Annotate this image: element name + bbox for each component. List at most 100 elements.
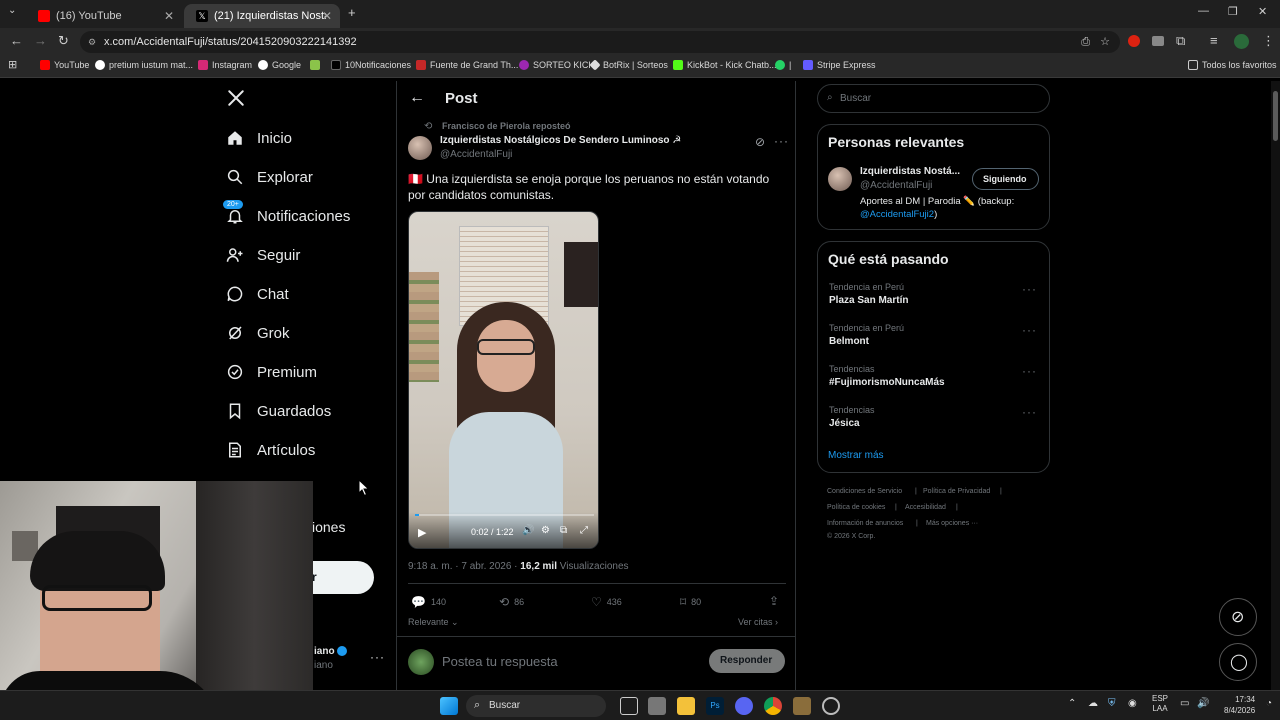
sidebar-item-explorar[interactable]: Explorar [226, 162, 313, 192]
trend-item[interactable]: Tendencia en Perú Plaza San Martín [829, 282, 1039, 306]
bookmark-fuente[interactable]: Fuente de Grand Th... [416, 60, 518, 70]
close-tab-icon[interactable]: ✕ [322, 9, 332, 23]
trend-more-icon[interactable]: ··· [1022, 364, 1037, 378]
post-timestamp[interactable]: 9:18 a. m. · 7 abr. 2026 · [408, 561, 520, 572]
settings-icon[interactable]: ⚙ [541, 525, 550, 536]
photoshop-icon[interactable]: Ps [706, 697, 724, 715]
messages-fab[interactable]: ◯ [1219, 643, 1257, 681]
tab-list-icon[interactable]: ⌄ [8, 5, 16, 16]
sidebar-item-inicio[interactable]: Inicio [226, 123, 292, 153]
video-player[interactable]: ▶ 0:02 / 1:22 🔊 ⚙ ⧉ ⤢ [408, 211, 599, 549]
sidebar-item-seguir[interactable]: Seguir [226, 240, 300, 270]
taskbar-search[interactable]: ⌕ Buscar [466, 695, 606, 717]
footer-link[interactable]: Más opciones ··· [926, 520, 978, 527]
trend-more-icon[interactable]: ··· [1022, 282, 1037, 296]
bookmark-pretium[interactable]: pretium iustum mat... [95, 60, 193, 70]
reload-icon[interactable]: ↻ [58, 33, 69, 49]
volume-icon[interactable]: 🔊 [1197, 698, 1209, 709]
apps-icon[interactable]: ⊞ [8, 58, 17, 71]
grok-fab[interactable]: ⊘ [1219, 598, 1257, 636]
sidebar-item-guardados[interactable]: Guardados [226, 396, 331, 426]
bookmark-botrix[interactable]: BotRix | Sorteos [589, 59, 668, 71]
footer-link[interactable]: Información de anuncios [827, 520, 903, 527]
chrome-icon[interactable] [764, 697, 782, 715]
author-name[interactable]: Izquierdistas Nostálgicos De Sendero Lum… [440, 135, 681, 146]
reply-action[interactable]: 💬 140 [411, 595, 446, 609]
tray-icon[interactable]: ☁ [1088, 698, 1098, 709]
profile-avatar[interactable] [1234, 34, 1249, 49]
trend-item[interactable]: Tendencias #FujimorismoNuncaMás [829, 364, 1039, 388]
like-action[interactable]: ♡ 436 [591, 595, 622, 609]
scrollbar[interactable] [1271, 81, 1280, 690]
author-avatar[interactable] [408, 136, 432, 160]
app-icon[interactable] [648, 697, 666, 715]
trend-item[interactable]: Tendencia en Perú Belmont [829, 323, 1039, 347]
extension-icon[interactable] [1152, 36, 1164, 46]
address-input[interactable]: ⚙ x.com/AccidentalFuji/status/2041520903… [80, 31, 1120, 53]
extension-icon[interactable] [1128, 35, 1140, 47]
author-handle[interactable]: @AccidentalFuji [440, 149, 512, 160]
avatar[interactable] [828, 167, 852, 191]
reply-button[interactable]: Responder [709, 649, 785, 673]
forward-icon[interactable]: → [34, 33, 47, 48]
bookmark-google[interactable]: Google [258, 60, 301, 70]
task-view-icon[interactable] [620, 697, 638, 715]
account-switcher-name[interactable]: iano [314, 646, 335, 657]
tray-icon[interactable]: ⛨ [1108, 698, 1116, 709]
windows-start-icon[interactable] [440, 697, 458, 715]
reply-input[interactable]: Postea tu respuesta [442, 654, 558, 669]
app-icon[interactable] [822, 697, 840, 715]
discord-icon[interactable] [735, 697, 753, 715]
footer-link[interactable]: Política de Privacidad [923, 488, 990, 495]
bookmark-sorteo-kick[interactable]: SORTEO KICK [519, 60, 594, 70]
video-progress-track[interactable] [415, 514, 594, 516]
extensions-icon[interactable]: ⧉ [1176, 33, 1185, 49]
media-icon[interactable]: ≡ [1210, 33, 1218, 48]
footer-link[interactable]: Política de cookies [827, 504, 885, 511]
trend-more-icon[interactable]: ··· [1022, 323, 1037, 337]
sidebar-item-notificaciones[interactable]: 20+ Notificaciones [222, 199, 350, 231]
tray-icon[interactable]: ◉ [1128, 698, 1137, 709]
account-more-icon[interactable]: ··· [370, 650, 385, 664]
bio-link[interactable]: @AccidentalFuji2 [860, 209, 934, 220]
sidebar-item-chat[interactable]: Chat [226, 279, 289, 309]
close-window-icon[interactable]: ✕ [1258, 5, 1267, 18]
fullscreen-icon[interactable]: ⤢ [580, 525, 588, 536]
site-info-icon[interactable]: ⚙ [88, 31, 96, 53]
sidebar-item-articulos[interactable]: Artículos [226, 435, 315, 465]
x-logo-icon[interactable] [227, 89, 247, 109]
sidebar-item-premium[interactable]: Premium [226, 357, 317, 387]
bookmark-youtube[interactable]: YouTube [40, 60, 89, 70]
close-tab-icon[interactable]: ✕ [164, 9, 174, 23]
bookmark-whatsapp[interactable]: | [775, 60, 791, 70]
bookmark-10notificaciones[interactable]: 10Notificaciones [331, 60, 411, 70]
sort-replies[interactable]: Relevante ⌄ [408, 617, 459, 628]
share-icon[interactable]: ⇪ [769, 594, 779, 608]
trend-more-icon[interactable]: ··· [1022, 405, 1037, 419]
pip-icon[interactable]: ⧉ [560, 525, 567, 536]
search-input[interactable]: ⌕ Buscar [817, 84, 1050, 113]
more-options-icon[interactable]: ··· [774, 134, 789, 148]
language-indicator[interactable]: ESP LAA [1152, 694, 1168, 714]
file-explorer-icon[interactable] [677, 697, 695, 715]
relevant-handle[interactable]: @AccidentalFuji [860, 180, 932, 191]
view-quotes-link[interactable]: Ver citas › [738, 617, 778, 627]
sidebar-item-more-label[interactable]: iones [312, 519, 345, 535]
scrollbar-thumb[interactable] [1273, 91, 1278, 141]
tab-youtube[interactable]: (16) YouTube ✕ [26, 4, 182, 28]
trend-item[interactable]: Tendencias Jésica [829, 405, 1039, 429]
minimize-icon[interactable]: — [1198, 5, 1209, 17]
reposted-by[interactable]: Francisco de Pierola reposteó [442, 121, 571, 131]
show-hidden-icons[interactable]: ⌃ [1068, 698, 1076, 709]
network-icon[interactable]: ▭ [1180, 698, 1189, 709]
following-button[interactable]: Siguiendo [972, 168, 1039, 190]
bookmark-instagram[interactable]: Instagram [198, 60, 252, 70]
notification-center-icon[interactable]: ◔ [1266, 698, 1272, 709]
back-icon[interactable]: ← [10, 33, 23, 48]
bookmark-all-favorites[interactable]: Todos los favoritos [1188, 60, 1277, 70]
relevant-name[interactable]: Izquierdistas Nostá... [860, 166, 960, 177]
tab-x-post[interactable]: 𝕏 (21) Izquierdistas Nostálgicos D ✕ [184, 4, 340, 28]
bookmark-star-icon[interactable]: ☆ [1100, 31, 1110, 53]
show-more-link[interactable]: Mostrar más [828, 450, 884, 461]
grok-icon[interactable]: ⊘ [755, 135, 765, 149]
